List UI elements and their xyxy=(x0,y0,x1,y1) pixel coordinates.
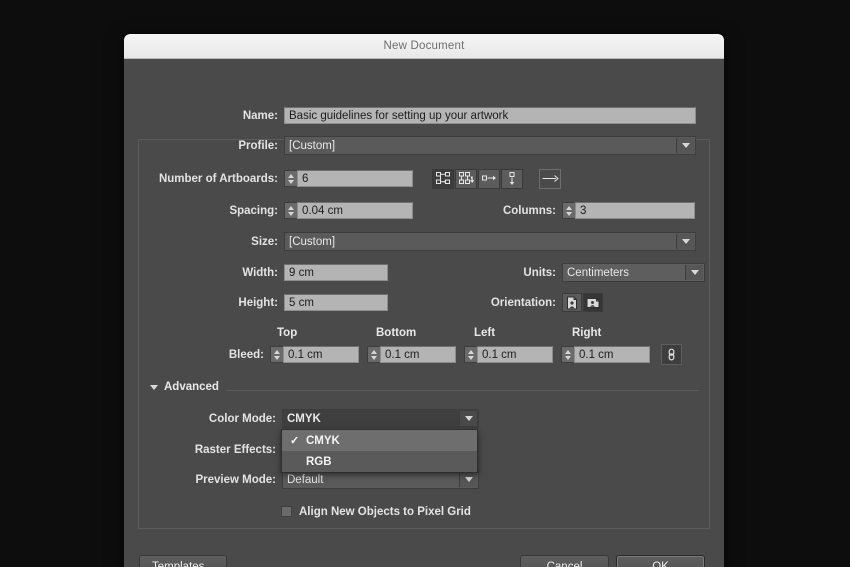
bleed-right-input[interactable]: 0.1 cm xyxy=(574,346,650,363)
bleed-bottom-header: Bottom xyxy=(376,327,416,339)
new-document-dialog: New Document Name: Basic guidelines for … xyxy=(124,34,724,567)
chevron-down-icon xyxy=(685,265,703,280)
templates-button[interactable]: Templates... xyxy=(139,555,227,567)
artboard-layout-grid-columns-icon[interactable] xyxy=(455,169,477,189)
cancel-button[interactable]: Cancel xyxy=(520,555,609,567)
units-label: Units: xyxy=(496,267,556,279)
raster-effects-label: Raster Effects: xyxy=(180,444,276,456)
columns-row: Columns: 3 xyxy=(496,201,695,220)
bleed-row: Bleed: 0.1 cm 0.1 cm 0.1 cm 0.1 cm xyxy=(222,345,682,364)
artboards-row: Number of Artboards: 6 xyxy=(142,169,561,188)
preview-mode-label: Preview Mode: xyxy=(180,474,276,486)
raster-effects-row: Raster Effects: xyxy=(180,440,276,459)
bleed-bottom-input[interactable]: 0.1 cm xyxy=(380,346,456,363)
units-row: Units: Centimeters xyxy=(496,263,705,282)
align-pixel-grid-checkbox[interactable] xyxy=(281,506,292,517)
bleed-link-chain-icon[interactable] xyxy=(661,344,682,365)
profile-label: Profile: xyxy=(230,140,278,152)
height-input[interactable]: 5 cm xyxy=(284,294,388,311)
name-row: Name: Basic guidelines for setting up yo… xyxy=(230,106,700,125)
spacing-label: Spacing: xyxy=(142,205,278,217)
bleed-label: Bleed: xyxy=(222,349,264,361)
profile-row: Profile: [Custom] xyxy=(230,136,700,155)
color-mode-dropdown[interactable]: CMYK xyxy=(282,409,479,428)
orientation-portrait-icon[interactable] xyxy=(562,293,582,312)
dialog-titlebar[interactable]: New Document xyxy=(124,34,724,59)
color-mode-label: Color Mode: xyxy=(180,413,276,425)
align-pixel-grid-label: Align New Objects to Pixel Grid xyxy=(299,506,471,518)
preview-mode-value: Default xyxy=(287,474,323,486)
size-value: [Custom] xyxy=(289,236,335,248)
chevron-down-icon xyxy=(676,234,694,249)
bleed-bottom-stepper[interactable] xyxy=(367,346,380,363)
color-mode-value: CMYK xyxy=(287,413,321,425)
artboard-layout-grid-rows-icon[interactable] xyxy=(432,169,454,189)
bleed-right-header: Right xyxy=(572,327,601,339)
profile-dropdown[interactable]: [Custom] xyxy=(284,136,696,155)
artboards-input[interactable]: 6 xyxy=(297,170,413,187)
size-dropdown[interactable]: [Custom] xyxy=(284,232,696,251)
name-input[interactable]: Basic guidelines for setting up your art… xyxy=(284,107,696,124)
color-mode-option-cmyk-label: CMYK xyxy=(306,435,340,447)
artboard-layout-column-icon[interactable] xyxy=(501,169,523,189)
dialog-title: New Document xyxy=(383,40,464,52)
bleed-right-stepper[interactable] xyxy=(561,346,574,363)
checkmark-icon: ✓ xyxy=(290,434,306,447)
orientation-row: Orientation: xyxy=(456,293,603,312)
artboard-layout-row-icon[interactable] xyxy=(478,169,500,189)
width-row: Width: 9 cm xyxy=(200,263,388,282)
orientation-label: Orientation: xyxy=(456,297,556,309)
spacing-row: Spacing: 0.04 cm xyxy=(142,201,413,220)
orientation-landscape-icon[interactable] xyxy=(583,293,603,312)
color-mode-row: Color Mode: CMYK xyxy=(180,409,479,428)
advanced-label: Advanced xyxy=(164,381,219,393)
chevron-down-icon xyxy=(459,411,477,426)
advanced-divider xyxy=(227,390,699,391)
width-label: Width: xyxy=(200,267,278,279)
height-row: Height: 5 cm xyxy=(200,293,388,312)
artboards-label: Number of Artboards: xyxy=(142,173,278,185)
columns-stepper[interactable] xyxy=(562,202,575,219)
color-mode-option-menu[interactable]: ✓ CMYK RGB xyxy=(281,429,478,473)
columns-label: Columns: xyxy=(496,205,556,217)
bleed-top-header: Top xyxy=(277,327,297,339)
ok-button[interactable]: OK xyxy=(616,555,705,567)
artboard-flow-direction-icon[interactable] xyxy=(539,169,561,189)
spacing-input[interactable]: 0.04 cm xyxy=(297,202,413,219)
artboards-stepper[interactable] xyxy=(284,170,297,187)
chevron-down-icon xyxy=(676,138,694,153)
bleed-top-stepper[interactable] xyxy=(270,346,283,363)
profile-value: [Custom] xyxy=(289,140,335,152)
height-label: Height: xyxy=(200,297,278,309)
units-value: Centimeters xyxy=(567,267,629,279)
bleed-left-input[interactable]: 0.1 cm xyxy=(477,346,553,363)
size-label: Size: xyxy=(230,236,278,248)
bleed-left-stepper[interactable] xyxy=(464,346,477,363)
spacing-stepper[interactable] xyxy=(284,202,297,219)
units-dropdown[interactable]: Centimeters xyxy=(562,263,705,282)
size-row: Size: [Custom] xyxy=(230,232,700,251)
color-mode-option-rgb-label: RGB xyxy=(306,456,332,468)
color-mode-option-rgb[interactable]: RGB xyxy=(282,451,477,472)
width-input[interactable]: 9 cm xyxy=(284,264,388,281)
advanced-disclosure[interactable]: Advanced xyxy=(150,381,219,393)
color-mode-option-cmyk[interactable]: ✓ CMYK xyxy=(282,430,477,451)
columns-input[interactable]: 3 xyxy=(575,202,695,219)
chevron-down-icon xyxy=(459,472,477,487)
triangle-down-icon xyxy=(150,385,158,390)
name-label: Name: xyxy=(230,110,278,122)
align-pixel-grid-row[interactable]: Align New Objects to Pixel Grid xyxy=(281,502,471,521)
bleed-top-input[interactable]: 0.1 cm xyxy=(283,346,359,363)
dialog-body: Name: Basic guidelines for setting up yo… xyxy=(124,59,724,567)
bleed-left-header: Left xyxy=(474,327,495,339)
